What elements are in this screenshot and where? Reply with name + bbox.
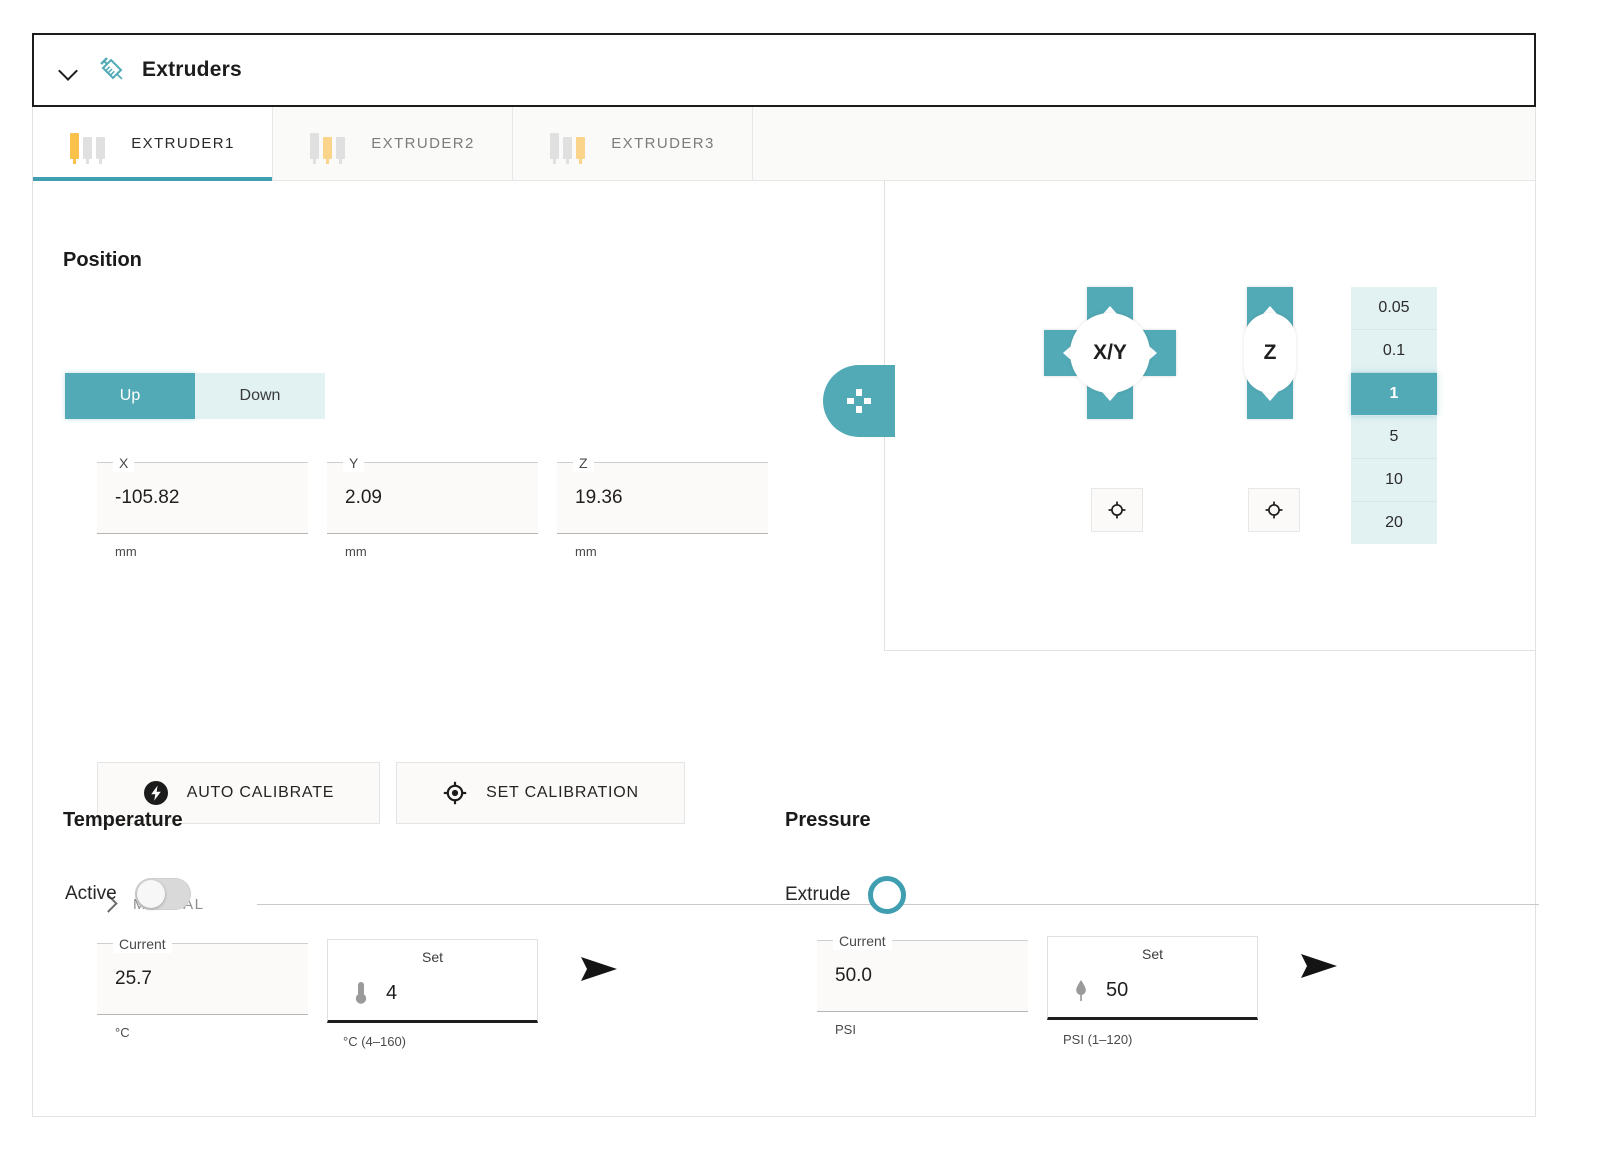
step-option[interactable]: 0.05 (1351, 287, 1437, 330)
pressure-current-unit: PSI (817, 1022, 1028, 1037)
axis-x-label: X (113, 454, 134, 472)
jog-panel-handle[interactable] (823, 365, 895, 437)
temperature-current-value: 25.7 (97, 968, 152, 990)
position-down-button[interactable]: Down (195, 373, 325, 419)
temperature-set-label: Set (328, 949, 537, 965)
tab-extruder1[interactable]: EXTRUDER1 (33, 107, 273, 180)
pressure-set-value: 50 (1106, 979, 1128, 1002)
axis-x-unit: mm (97, 544, 308, 559)
extruders-panel: Extruders EXTRUDER1 EXTRUDER2 EXT (0, 0, 1600, 1153)
toggle-knob (137, 880, 165, 908)
pressure-set-label: Set (1048, 946, 1257, 962)
temperature-send-button[interactable] (579, 951, 619, 987)
tab-label: EXTRUDER2 (371, 135, 474, 152)
temperature-active-label: Active (65, 883, 117, 905)
temperature-current-field: Current 25.7 °C (97, 943, 308, 1040)
page-title: Extruders (142, 58, 242, 82)
pressure-current-value: 50.0 (817, 965, 872, 987)
tab-label: EXTRUDER1 (131, 135, 234, 152)
extruder-bars-icon (550, 129, 585, 159)
tab-label: EXTRUDER3 (611, 135, 714, 152)
tab-extruder3[interactable]: EXTRUDER3 (513, 107, 753, 180)
pressure-drop-icon (1072, 977, 1090, 1003)
extruder-tabs: EXTRUDER1 EXTRUDER2 EXTRUDER3 (33, 107, 1535, 181)
temperature-active-row: Active (65, 878, 191, 910)
home-z-button[interactable] (1248, 488, 1300, 532)
axis-z-label: Z (573, 454, 594, 472)
crosshair-icon (1263, 499, 1285, 521)
set-calibration-button[interactable]: SET CALIBRATION (396, 762, 685, 824)
axis-z-unit: mm (557, 544, 768, 559)
temperature-set-field[interactable]: Set 4 (327, 939, 538, 1023)
temperature-section-title: Temperature (63, 809, 183, 832)
thermometer-icon (352, 980, 370, 1006)
axis-y-input[interactable]: Y 2.09 (327, 462, 538, 534)
extruder-card: EXTRUDER1 EXTRUDER2 EXTRUDER3 Position U… (32, 107, 1536, 1117)
axis-y-unit: mm (327, 544, 538, 559)
temperature-set-unit: °C (4–160) (343, 1034, 406, 1049)
step-option-selected[interactable]: 1 (1351, 373, 1437, 416)
axis-x-input[interactable]: X -105.82 (97, 462, 308, 534)
crosshair-icon (1106, 499, 1128, 521)
panel-header: Extruders (32, 33, 1536, 107)
temperature-active-toggle[interactable] (135, 878, 191, 910)
step-option[interactable]: 10 (1351, 459, 1437, 502)
axis-z-value: 19.36 (557, 487, 623, 509)
step-option[interactable]: 20 (1351, 502, 1437, 544)
auto-calibrate-label: AUTO CALIBRATE (187, 784, 335, 802)
temperature-current-unit: °C (97, 1025, 308, 1040)
axis-x-value: -105.82 (97, 487, 179, 509)
pressure-extrude-button[interactable] (868, 876, 906, 914)
panel-body: Position Up Down X -105.82 mm Y 2.09 mm (33, 181, 1535, 1116)
step-option[interactable]: 0.1 (1351, 330, 1437, 373)
pressure-extrude-row: Extrude (785, 876, 906, 914)
position-section-title: Position (63, 249, 142, 272)
bolt-icon (143, 780, 169, 806)
axis-z-input[interactable]: Z 19.36 (557, 462, 768, 534)
temperature-set-value: 4 (386, 982, 397, 1005)
home-xy-button[interactable] (1091, 488, 1143, 532)
axis-y-field: Y 2.09 mm (327, 462, 538, 559)
xy-axis-label: X/Y (1070, 313, 1150, 393)
position-direction-group: Up Down (65, 373, 325, 419)
pressure-set-field[interactable]: Set 50 (1047, 936, 1258, 1020)
dpad-icon (844, 386, 874, 416)
step-size-selector: 0.05 0.1 1 5 10 20 (1351, 287, 1437, 544)
axis-y-label: Y (343, 454, 364, 472)
temperature-current-label: Current (113, 935, 172, 953)
pressure-current-input: Current 50.0 (817, 940, 1028, 1012)
pressure-send-button[interactable] (1299, 948, 1339, 984)
extruder-bars-icon (70, 129, 105, 159)
set-calibration-label: SET CALIBRATION (486, 784, 639, 802)
pressure-section-title: Pressure (785, 809, 871, 832)
pressure-current-field: Current 50.0 PSI (817, 940, 1028, 1037)
temperature-current-input: Current 25.7 (97, 943, 308, 1015)
pressure-extrude-label: Extrude (785, 884, 850, 906)
z-jog-control: Z (1247, 287, 1293, 419)
triangle-right-icon (1149, 346, 1157, 360)
pressure-current-label: Current (833, 932, 892, 950)
tab-extruder2[interactable]: EXTRUDER2 (273, 107, 513, 180)
jog-panel: X/Y Z (884, 181, 1535, 651)
z-axis-label: Z (1244, 313, 1296, 393)
axis-z-field: Z 19.36 mm (557, 462, 768, 559)
step-option[interactable]: 5 (1351, 416, 1437, 459)
axis-y-value: 2.09 (327, 487, 382, 509)
axis-x-field: X -105.82 mm (97, 462, 308, 559)
xy-jog-dpad: X/Y (1044, 287, 1176, 419)
position-up-button[interactable]: Up (65, 373, 195, 419)
syringe-icon (98, 55, 128, 85)
chevron-down-icon[interactable] (56, 57, 82, 83)
extruder-bars-icon (310, 129, 345, 159)
crosshair-icon (442, 780, 468, 806)
pressure-set-unit: PSI (1–120) (1063, 1032, 1132, 1047)
